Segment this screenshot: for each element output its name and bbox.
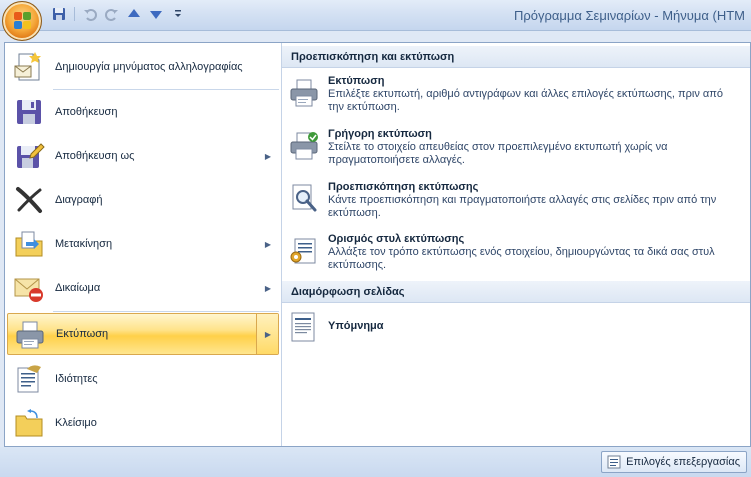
- submenu-arrow-icon: ▶: [264, 239, 271, 249]
- menu-item-label: Δημιουργία μηνύματος αλληλογραφίας: [55, 61, 243, 73]
- submenu-item-description: Επιλέξτε εκτυπωτή, αριθμό αντιγράφων και…: [328, 88, 723, 113]
- office-menu-commands: Δημιουργία μηνύματος αλληλογραφίας Αποθή…: [5, 43, 281, 446]
- submenu-arrow-icon: ▶: [264, 283, 271, 293]
- submenu-item-define-print-styles[interactable]: Ορισμός στυλ εκτύπωσης Αλλάξτε τον τρόπο…: [288, 233, 744, 279]
- office-button[interactable]: [2, 1, 42, 41]
- menu-divider: [53, 89, 279, 90]
- properties-icon: [13, 363, 45, 395]
- submenu-item-description: Στείλτε το στοιχείο απευθείας στον προεπ…: [328, 141, 668, 166]
- submenu-item-quick-print[interactable]: Γρήγορη εκτύπωση Στείλτε το στοιχείο απε…: [288, 128, 744, 174]
- printer-icon: [288, 77, 320, 109]
- print-submenu: Προεπισκόπηση και εκτύπωση Εκτύπωση Επιλ…: [281, 43, 750, 446]
- submenu-item-title: Ορισμός στυλ εκτύπωσης: [328, 233, 465, 245]
- submenu-item-title: Προεπισκόπηση εκτύπωσης: [328, 181, 479, 193]
- previous-item-icon[interactable]: [125, 5, 143, 23]
- window-title: Πρόγραμμα Σεμιναρίων - Μήνυμα (HTM: [513, 8, 745, 23]
- submenu-item-title: Υπόμνημα: [328, 320, 384, 332]
- title-bar: Πρόγραμμα Σεμιναρίων - Μήνυμα (HTM: [0, 0, 751, 31]
- quick-access-toolbar: [50, 5, 187, 23]
- menu-item-label: Κλείσιμο: [55, 417, 97, 429]
- redo-icon[interactable]: [103, 5, 121, 23]
- menu-item-label: Ιδιότητες: [55, 373, 98, 385]
- new-mail-icon: [13, 51, 45, 83]
- menu-item-label: Δικαίωμα: [55, 282, 101, 294]
- section-header-page-setup: Διαμόρφωση σελίδας: [282, 281, 750, 303]
- menu-item-close[interactable]: Κλείσιμο: [7, 402, 279, 444]
- menu-item-label: Αποθήκευση ως: [55, 150, 135, 162]
- quick-print-icon: [288, 130, 320, 162]
- next-item-icon[interactable]: [147, 5, 165, 23]
- print-icon: [14, 319, 46, 351]
- close-folder-icon: [13, 407, 45, 439]
- qat-separator: [74, 7, 75, 21]
- office-menu: Δημιουργία μηνύματος αλληλογραφίας Αποθή…: [4, 42, 751, 447]
- menu-item-permission[interactable]: Δικαίωμα ▶: [7, 267, 279, 309]
- submenu-item-memo-style[interactable]: Υπόμνημα: [288, 309, 744, 343]
- menu-item-label: Εκτύπωση: [56, 328, 109, 340]
- menu-item-save[interactable]: Αποθήκευση: [7, 91, 279, 133]
- office-logo-icon: [14, 12, 32, 30]
- editor-options-icon: [607, 455, 621, 469]
- save-as-icon: [13, 140, 45, 172]
- office-menu-footer: Επιλογές επεξεργασίας: [0, 447, 751, 477]
- save-icon: [13, 96, 45, 128]
- menu-item-print[interactable]: Εκτύπωση ▶: [7, 313, 279, 355]
- menu-item-save-as[interactable]: Αποθήκευση ως ▶: [7, 135, 279, 177]
- menu-item-properties[interactable]: Ιδιότητες: [7, 358, 279, 400]
- submenu-item-title: Εκτύπωση: [328, 75, 385, 87]
- permission-icon: [13, 272, 45, 304]
- editor-options-button[interactable]: Επιλογές επεξεργασίας: [601, 451, 747, 473]
- menu-item-move[interactable]: Μετακίνηση ▶: [7, 223, 279, 265]
- memo-style-icon: [288, 311, 320, 343]
- menu-item-label: Διαγραφή: [55, 194, 103, 206]
- save-icon[interactable]: [50, 5, 68, 23]
- menu-item-delete[interactable]: Διαγραφή: [7, 179, 279, 221]
- submenu-arrow-icon: ▶: [264, 151, 271, 161]
- print-preview-icon: [288, 183, 320, 215]
- undo-icon[interactable]: [81, 5, 99, 23]
- menu-item-new-mail[interactable]: Δημιουργία μηνύματος αλληλογραφίας: [7, 46, 279, 88]
- move-icon: [13, 228, 45, 260]
- editor-options-label: Επιλογές επεξεργασίας: [626, 456, 740, 468]
- menu-item-label: Μετακίνηση: [55, 238, 113, 250]
- delete-icon: [13, 184, 45, 216]
- submenu-item-title: Γρήγορη εκτύπωση: [328, 128, 432, 140]
- customize-dropdown-icon[interactable]: [169, 5, 187, 23]
- submenu-item-print-preview[interactable]: Προεπισκόπηση εκτύπωσης Κάντε προεπισκόπ…: [288, 181, 744, 227]
- submenu-item-description: Αλλάξτε τον τρόπο εκτύπωσης ενός στοιχεί…: [328, 246, 715, 271]
- section-header-preview-print: Προεπισκόπηση και εκτύπωση: [282, 46, 750, 68]
- submenu-item-description: Κάντε προεπισκόπηση και πραγματοποιήστε …: [328, 194, 717, 219]
- submenu-item-print[interactable]: Εκτύπωση Επιλέξτε εκτυπωτή, αριθμό αντιγ…: [288, 75, 744, 121]
- menu-divider: [53, 311, 279, 312]
- submenu-arrow-icon: ▶: [264, 329, 271, 339]
- menu-item-label: Αποθήκευση: [55, 106, 118, 118]
- print-style-icon: [288, 235, 320, 267]
